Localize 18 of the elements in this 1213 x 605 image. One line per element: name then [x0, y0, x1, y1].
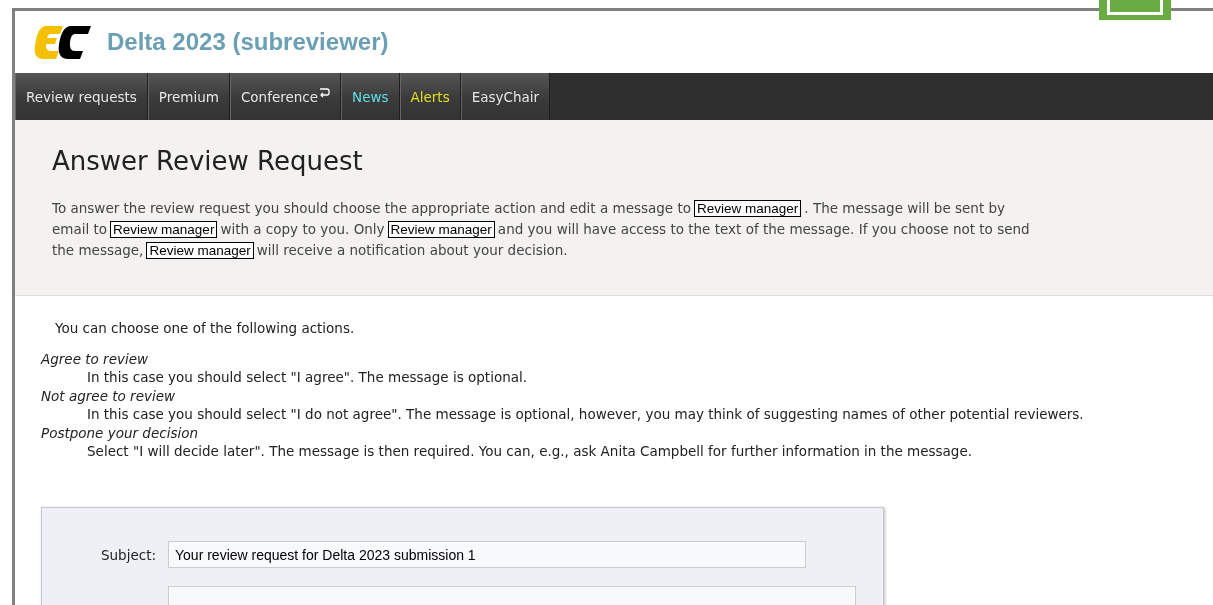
menu-tab[interactable]: Premium — [147, 73, 230, 120]
action-term: Agree to review — [41, 350, 150, 368]
intro-paragraph: To answer the review request you should choose the appropriate action and edit a message to Review manager . The message will be sent by email to Review manager with a copy to you. Only Review manager and you will have access to the text of the message. If you choose not to send the message, Review manager will receive a notification about your decision. — [52, 199, 1031, 261]
action-description: Select "I will decide later". The message is then required. You can, e.g., ask Anita Campbell for further information in the message. — [87, 442, 974, 461]
menu-tab[interactable]: Alerts — [399, 73, 461, 120]
action-description: In this case you should select "I agree". The message is optional. — [87, 368, 528, 387]
menu-tab[interactable]: News — [341, 73, 400, 120]
actions-intro: You can choose one of the following actions. — [55, 320, 356, 336]
action-term: Not agree to review — [41, 387, 177, 405]
menu-tab[interactable]: EasyChair — [460, 73, 551, 120]
subject-label: Subject: — [100, 546, 156, 563]
menu-tab[interactable]: Conference — [229, 73, 342, 120]
page-heading: Answer Review Request — [52, 146, 364, 176]
action-term: Postpone your decision — [41, 424, 199, 442]
subject-field[interactable]: Your review request for Delta 2023 submission 1 — [168, 541, 806, 568]
conference-title: Delta 2023 (subreviewer) — [107, 28, 389, 56]
action-description: In this case you should select "I do not agree". The message is optional, however, you may think of suggesting names of other potential reviewers. — [87, 405, 1085, 424]
menu-tab[interactable]: Review requests — [15, 73, 148, 120]
